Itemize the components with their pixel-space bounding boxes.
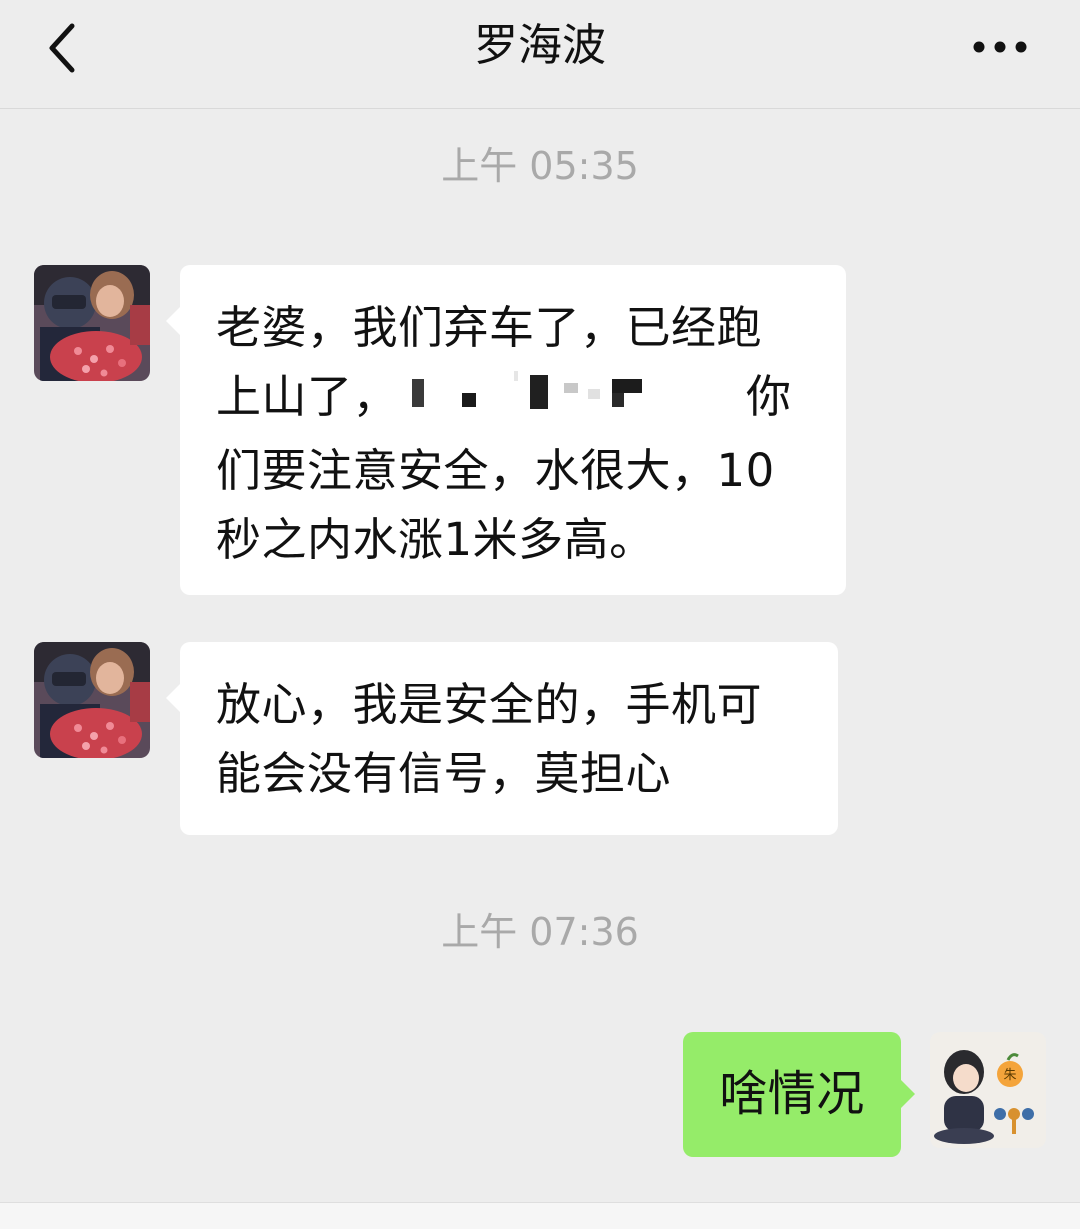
incoming-message[interactable]: 放心，我是安全的，手机可 能会没有信号，莫担心: [166, 642, 838, 835]
message-line: 老婆，我们弃车了，已经跑: [216, 301, 763, 354]
message-timestamp: 上午 07:36: [441, 910, 639, 954]
outgoing-message[interactable]: 啥情况: [683, 1032, 915, 1157]
message-line: 秒之内水涨1米多高。: [216, 512, 655, 566]
sticker-text: 朱: [1003, 1068, 1016, 1083]
more-button[interactable]: [972, 38, 1028, 56]
incoming-message[interactable]: 老婆，我们弃车了，已经跑 上山了， 你 们要注意安全，水很大，10 秒之内水涨1…: [166, 265, 846, 595]
input-bar: [0, 1202, 1080, 1229]
message-line: 你: [746, 370, 792, 423]
message-line: 能会没有信号，莫担心: [216, 747, 672, 800]
more-dots-icon: [973, 41, 1027, 53]
chat-title: 罗海波: [474, 20, 606, 71]
message-line: 放心，我是安全的，手机可: [216, 678, 763, 731]
message-line: 们要注意安全，水很大，10: [216, 443, 775, 497]
chat-header: 罗海波: [0, 0, 1080, 109]
self-avatar[interactable]: 朱: [930, 1032, 1046, 1148]
contact-avatar[interactable]: [34, 642, 150, 758]
message-timestamp: 上午 05:35: [441, 144, 639, 188]
contact-avatar[interactable]: [34, 265, 150, 381]
message-line: 上山了，: [216, 370, 399, 423]
redacted-text: [404, 365, 700, 436]
